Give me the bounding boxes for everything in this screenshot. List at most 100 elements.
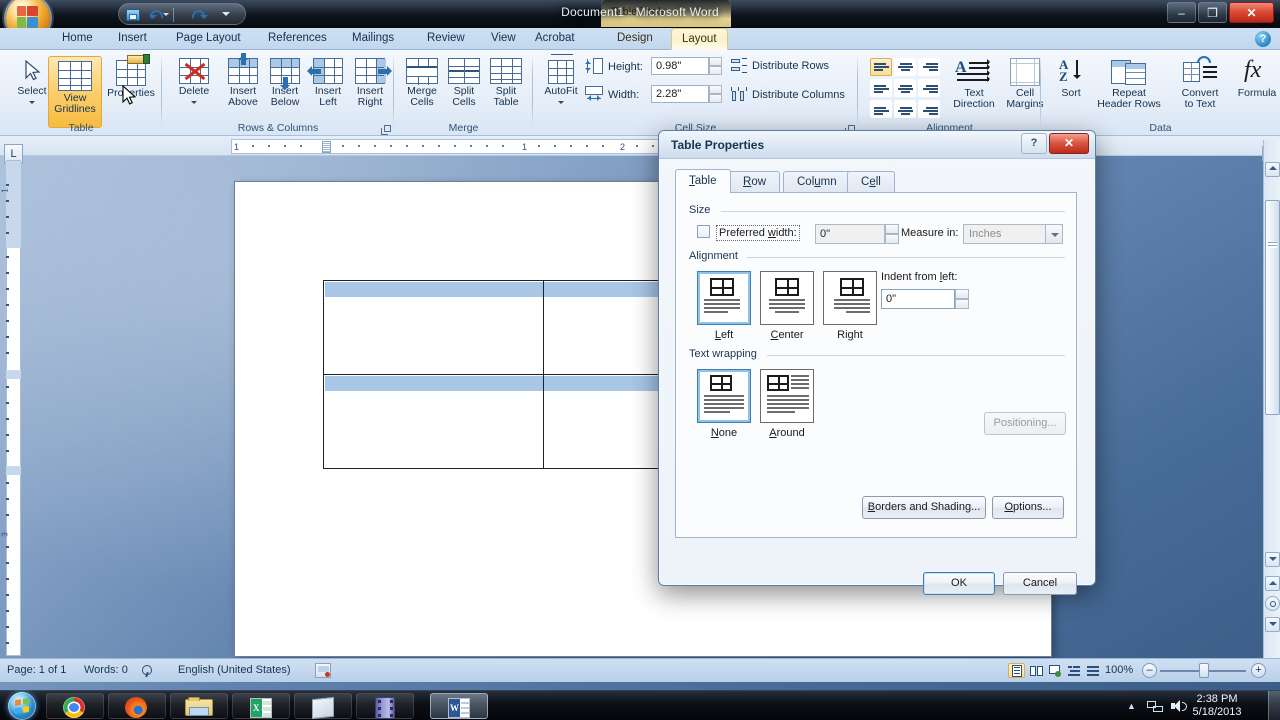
vertical-scrollbar[interactable]: [1263, 140, 1280, 658]
taskbar-item-notepad-app[interactable]: [294, 693, 352, 720]
tab-layout[interactable]: Layout: [671, 28, 728, 50]
dialog-tab-column[interactable]: Column: [783, 171, 851, 193]
save-icon[interactable]: [125, 7, 141, 23]
taskbar-item-mozilla-firefox[interactable]: [108, 693, 166, 719]
language-indicator[interactable]: English (United States): [178, 664, 291, 676]
measure-in-chevron-down-icon[interactable]: [1045, 225, 1062, 243]
split-table-button[interactable]: Split Table: [478, 58, 534, 108]
show-desktop-button[interactable]: [1268, 691, 1280, 720]
web-layout-view-button[interactable]: [1046, 663, 1063, 678]
dialog-tab-row[interactable]: Row: [729, 171, 781, 193]
record-macro-icon[interactable]: [315, 663, 331, 678]
repeat-header-rows-button[interactable]: Repeat Header Rows: [1091, 58, 1167, 110]
preferred-width-spinner[interactable]: [885, 224, 899, 244]
restore-button[interactable]: ❐: [1198, 2, 1227, 23]
scroll-up-button[interactable]: [1265, 162, 1280, 177]
show-hidden-icons-button[interactable]: ▲: [1127, 701, 1136, 711]
dialog-help-button[interactable]: ?: [1021, 133, 1047, 154]
zoom-slider-handle[interactable]: [1199, 663, 1209, 678]
select-browse-object-button[interactable]: [1265, 596, 1280, 611]
dialog-tab-table[interactable]: Table: [675, 169, 731, 193]
align-bottom-left-button[interactable]: [870, 100, 892, 118]
zoom-level[interactable]: 100%: [1105, 664, 1133, 676]
taskbar-item-microsoft-word[interactable]: W: [430, 693, 488, 719]
tab-review[interactable]: Review: [417, 28, 475, 50]
align-right-option[interactable]: [823, 271, 877, 325]
tab-insert[interactable]: Insert: [108, 28, 157, 50]
scroll-down-button[interactable]: [1265, 552, 1280, 567]
delete-dropdown-icon[interactable]: [166, 98, 222, 110]
align-center-right-button[interactable]: [918, 79, 940, 97]
zoom-in-button[interactable]: +: [1251, 663, 1266, 678]
start-button[interactable]: [8, 692, 36, 720]
dialog-title-bar[interactable]: Table Properties ? ✕: [659, 131, 1095, 159]
tab-view[interactable]: View: [481, 28, 526, 50]
tab-acrobat[interactable]: Acrobat: [525, 28, 585, 50]
outline-view-button[interactable]: [1065, 663, 1082, 678]
indent-from-left-spinner[interactable]: [955, 289, 969, 309]
redo-icon[interactable]: [191, 7, 208, 23]
indent-from-left-input[interactable]: 0": [881, 289, 955, 309]
clock[interactable]: 2:38 PM 5/18/2013: [1178, 693, 1256, 719]
align-center-option[interactable]: [760, 271, 814, 325]
scrollbar-thumb[interactable]: [1265, 200, 1280, 415]
align-bottom-right-button[interactable]: [918, 100, 940, 118]
draft-view-button[interactable]: [1084, 663, 1101, 678]
network-icon[interactable]: [1147, 699, 1164, 713]
autofit-dropdown-icon[interactable]: [537, 98, 585, 110]
options-button[interactable]: Options...: [992, 496, 1064, 519]
align-top-left-button[interactable]: [870, 58, 892, 76]
preferred-width-checkbox[interactable]: [697, 225, 710, 238]
zoom-out-button[interactable]: –: [1142, 663, 1157, 678]
align-center-button[interactable]: [894, 79, 916, 97]
positioning-button[interactable]: Positioning...: [984, 412, 1066, 435]
tab-home[interactable]: Home: [52, 28, 103, 50]
taskbar-item-google-chrome[interactable]: [46, 693, 104, 719]
wrapping-around-option[interactable]: [760, 369, 814, 423]
insert-right-button[interactable]: Insert Right: [342, 58, 398, 108]
view-gridlines-button[interactable]: View Gridlines: [48, 56, 102, 128]
height-spinner[interactable]: [709, 57, 722, 75]
print-layout-view-button[interactable]: [1008, 663, 1025, 678]
proofing-errors-icon[interactable]: [139, 663, 155, 678]
align-top-center-button[interactable]: [894, 58, 916, 76]
tab-design[interactable]: Design: [607, 28, 663, 50]
cancel-button[interactable]: Cancel: [1003, 572, 1077, 595]
distribute-columns-button[interactable]: Distribute Columns: [752, 89, 845, 101]
wrapping-none-option[interactable]: [697, 369, 751, 423]
tab-page-layout[interactable]: Page Layout: [166, 28, 251, 50]
taskbar-item-windows-explorer[interactable]: [170, 693, 228, 719]
rows-columns-dialog-launcher[interactable]: [381, 125, 391, 135]
width-input[interactable]: 2.28": [651, 85, 709, 103]
ok-button[interactable]: OK: [923, 572, 995, 595]
full-screen-reading-view-button[interactable]: [1027, 663, 1044, 678]
page-indicator[interactable]: Page: 1 of 1: [7, 664, 66, 676]
formula-button[interactable]: fx Formula: [1229, 57, 1280, 99]
preferred-width-input[interactable]: 0": [815, 224, 885, 244]
measure-in-combobox[interactable]: Inches: [963, 224, 1063, 244]
height-input[interactable]: 0.98": [651, 57, 709, 75]
dialog-close-button[interactable]: ✕: [1049, 133, 1089, 154]
previous-page-button[interactable]: [1265, 576, 1280, 591]
distribute-rows-button[interactable]: Distribute Rows: [752, 60, 829, 72]
tab-mailings[interactable]: Mailings: [342, 28, 404, 50]
undo-dropdown-icon[interactable]: [163, 13, 169, 19]
align-top-right-button[interactable]: [918, 58, 940, 76]
width-spinner[interactable]: [709, 85, 722, 103]
borders-and-shading-button[interactable]: Borders and Shading...: [862, 496, 986, 519]
word-count[interactable]: Words: 0: [84, 664, 128, 676]
dialog-tab-cell[interactable]: Cell: [847, 171, 895, 193]
align-bottom-center-button[interactable]: [894, 100, 916, 118]
taskbar-item-movie-maker[interactable]: [356, 693, 414, 719]
taskbar-item-microsoft-excel[interactable]: X: [232, 693, 290, 719]
customize-quick-access-icon[interactable]: [222, 12, 230, 20]
next-page-button[interactable]: [1265, 617, 1280, 632]
align-left-option[interactable]: [697, 271, 751, 325]
close-button[interactable]: ✕: [1229, 2, 1274, 23]
tab-references[interactable]: References: [258, 28, 337, 50]
help-icon[interactable]: ?: [1255, 31, 1271, 47]
minimize-button[interactable]: –: [1167, 2, 1196, 23]
align-center-left-button[interactable]: [870, 79, 892, 97]
ruler-indent-marker-left[interactable]: [322, 141, 331, 153]
autofit-button[interactable]: AutoFit: [537, 54, 585, 110]
